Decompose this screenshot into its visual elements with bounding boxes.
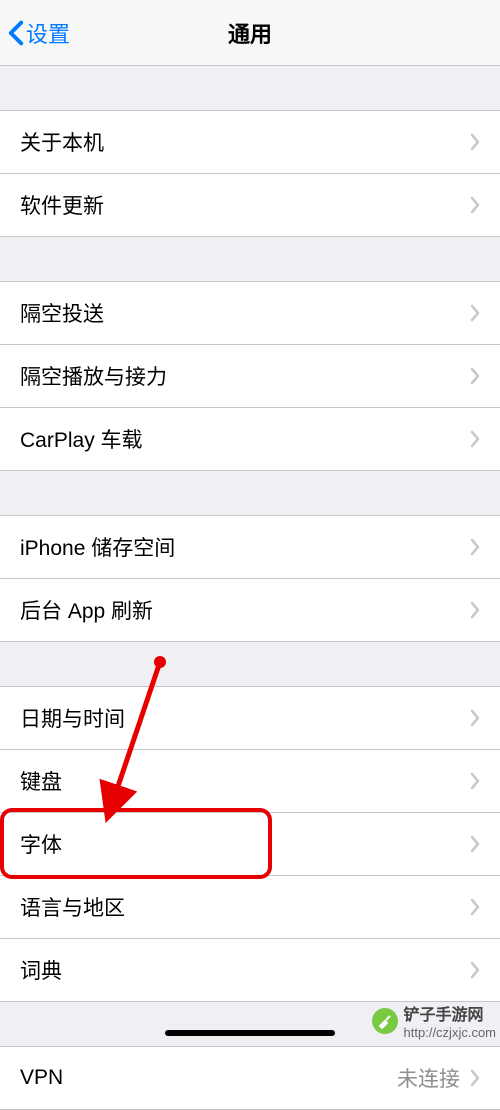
nav-bar: 设置 通用 <box>0 0 500 66</box>
chevron-right-icon <box>470 772 480 790</box>
section-about: 关于本机 软件更新 <box>0 110 500 237</box>
watermark-url: http://czjxjc.com <box>404 1025 496 1040</box>
section-airdrop: 隔空投送 隔空播放与接力 CarPlay 车载 <box>0 281 500 471</box>
watermark-name: 铲子手游网 <box>404 1007 484 1024</box>
row-language-region[interactable]: 语言与地区 <box>0 875 500 938</box>
home-indicator <box>165 1030 335 1036</box>
page-title: 通用 <box>228 17 272 49</box>
row-carplay[interactable]: CarPlay 车载 <box>0 407 500 470</box>
chevron-right-icon <box>470 538 480 556</box>
chevron-right-icon <box>470 601 480 619</box>
chevron-right-icon <box>470 961 480 979</box>
back-button[interactable]: 设置 <box>8 17 70 49</box>
watermark: 铲子手游网 http://czjxjc.com <box>372 1001 496 1040</box>
row-label: 键盘 <box>20 766 470 796</box>
chevron-right-icon <box>470 709 480 727</box>
row-label: CarPlay 车载 <box>20 424 470 454</box>
shovel-logo-icon <box>372 1008 398 1034</box>
chevron-right-icon <box>470 304 480 322</box>
row-background-app-refresh[interactable]: 后台 App 刷新 <box>0 578 500 641</box>
row-date-time[interactable]: 日期与时间 <box>0 687 500 749</box>
chevron-right-icon <box>470 430 480 448</box>
row-keyboard[interactable]: 键盘 <box>0 749 500 812</box>
row-airplay-handoff[interactable]: 隔空播放与接力 <box>0 344 500 407</box>
chevron-right-icon <box>470 133 480 151</box>
chevron-right-icon <box>470 196 480 214</box>
row-label: 后台 App 刷新 <box>20 595 470 625</box>
row-dictionary[interactable]: 词典 <box>0 938 500 1001</box>
row-label: 隔空投送 <box>20 298 470 328</box>
row-about[interactable]: 关于本机 <box>0 111 500 173</box>
row-value: 未连接 <box>397 1063 460 1093</box>
row-label: 关于本机 <box>20 127 470 157</box>
row-label: 字体 <box>20 829 470 859</box>
row-label: 日期与时间 <box>20 703 470 733</box>
row-label: iPhone 储存空间 <box>20 532 470 562</box>
row-vpn[interactable]: VPN 未连接 <box>0 1047 500 1109</box>
row-label: 语言与地区 <box>20 892 470 922</box>
chevron-right-icon <box>470 1069 480 1087</box>
section-date-keyboard: 日期与时间 键盘 字体 语言与地区 词典 <box>0 686 500 1002</box>
row-iphone-storage[interactable]: iPhone 储存空间 <box>0 516 500 578</box>
row-label: 软件更新 <box>20 190 470 220</box>
row-label: 词典 <box>20 955 470 985</box>
row-label: VPN <box>20 1066 397 1090</box>
chevron-right-icon <box>470 898 480 916</box>
chevron-left-icon <box>8 20 24 46</box>
row-software-update[interactable]: 软件更新 <box>0 173 500 236</box>
section-storage: iPhone 储存空间 后台 App 刷新 <box>0 515 500 642</box>
row-label: 隔空播放与接力 <box>20 361 470 391</box>
chevron-right-icon <box>470 835 480 853</box>
chevron-right-icon <box>470 367 480 385</box>
row-fonts[interactable]: 字体 <box>0 812 500 875</box>
section-vpn: VPN 未连接 <box>0 1046 500 1110</box>
row-airdrop[interactable]: 隔空投送 <box>0 282 500 344</box>
back-label: 设置 <box>26 17 70 49</box>
